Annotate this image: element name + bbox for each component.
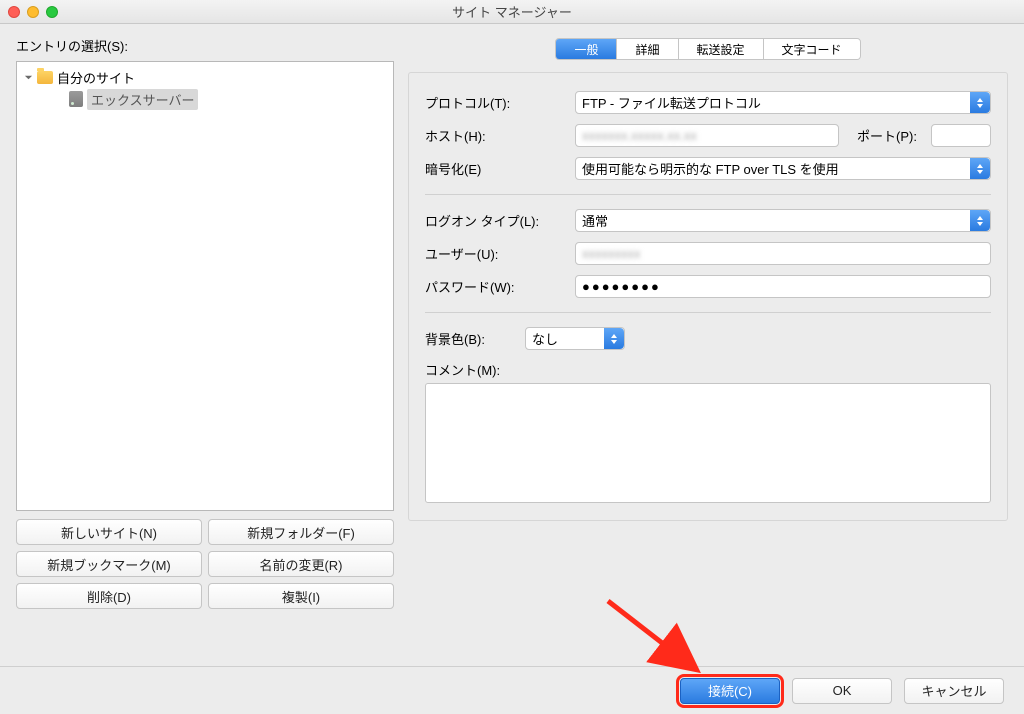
encryption-select[interactable]: 使用可能なら明示的な FTP over TLS を使用 [575, 157, 991, 180]
new-site-button[interactable]: 新しいサイト(N) [16, 519, 202, 545]
tab-transfer[interactable]: 転送設定 [679, 39, 764, 59]
connect-button[interactable]: 接続(C) [680, 678, 780, 704]
comment-label: コメント(M): [425, 360, 565, 379]
cancel-button[interactable]: キャンセル [904, 678, 1004, 704]
site-tree[interactable]: 自分のサイト エックスサーバー [16, 61, 394, 511]
tree-site-label: エックスサーバー [87, 89, 198, 110]
logon-type-label: ログオン タイプ(L): [425, 211, 565, 230]
bgcolor-select[interactable]: なし [525, 327, 625, 350]
password-label: パスワード(W): [425, 277, 565, 296]
tree-site-row[interactable]: エックスサーバー [23, 88, 387, 110]
entry-select-label: エントリの選択(S): [16, 36, 394, 55]
select-arrows-icon [970, 158, 990, 179]
window-title: サイト マネージャー [0, 2, 1024, 21]
port-label: ポート(P): [857, 126, 917, 145]
bgcolor-label: 背景色(B): [425, 329, 515, 348]
chevron-down-icon[interactable] [23, 72, 33, 82]
footer: 接続(C) OK キャンセル [0, 666, 1024, 714]
bgcolor-value: なし [532, 329, 558, 348]
host-input[interactable]: xxxxxxx.xxxxx.xx.xx [575, 124, 839, 147]
window-controls [8, 6, 58, 18]
encryption-label: 暗号化(E) [425, 159, 565, 178]
delete-button[interactable]: 削除(D) [16, 583, 202, 609]
new-folder-button[interactable]: 新規フォルダー(F) [208, 519, 394, 545]
divider [425, 194, 991, 195]
host-label: ホスト(H): [425, 126, 565, 145]
tab-charset[interactable]: 文字コード [764, 39, 860, 59]
tree-root-label: 自分のサイト [57, 68, 135, 87]
comment-textarea[interactable] [425, 383, 991, 503]
tab-advanced[interactable]: 詳細 [617, 39, 678, 59]
ok-button[interactable]: OK [792, 678, 892, 704]
logon-type-value: 通常 [582, 211, 608, 230]
tab-group: 一般 詳細 転送設定 文字コード [408, 38, 1008, 60]
user-value: xxxxxxxxx [582, 246, 641, 261]
folder-icon [37, 71, 53, 84]
minimize-icon[interactable] [27, 6, 39, 18]
password-input[interactable]: ●●●●●●●● [575, 275, 991, 298]
protocol-label: プロトコル(T): [425, 93, 565, 112]
new-bookmark-button[interactable]: 新規ブックマーク(M) [16, 551, 202, 577]
maximize-icon[interactable] [46, 6, 58, 18]
encryption-value: 使用可能なら明示的な FTP over TLS を使用 [582, 159, 839, 178]
password-value: ●●●●●●●● [582, 279, 661, 294]
select-arrows-icon [970, 92, 990, 113]
port-input[interactable] [931, 124, 991, 147]
close-icon[interactable] [8, 6, 20, 18]
protocol-select[interactable]: FTP - ファイル転送プロトコル [575, 91, 991, 114]
rename-button[interactable]: 名前の変更(R) [208, 551, 394, 577]
logon-type-select[interactable]: 通常 [575, 209, 991, 232]
user-label: ユーザー(U): [425, 244, 565, 263]
user-input[interactable]: xxxxxxxxx [575, 242, 991, 265]
duplicate-button[interactable]: 複製(I) [208, 583, 394, 609]
divider [425, 312, 991, 313]
select-arrows-icon [970, 210, 990, 231]
protocol-value: FTP - ファイル転送プロトコル [582, 93, 761, 112]
titlebar: サイト マネージャー [0, 0, 1024, 24]
select-arrows-icon [604, 328, 624, 349]
host-value: xxxxxxx.xxxxx.xx.xx [582, 128, 697, 143]
server-icon [69, 91, 83, 107]
tab-general[interactable]: 一般 [556, 39, 617, 59]
general-pane: プロトコル(T): FTP - ファイル転送プロトコル ホスト(H): xxxx… [408, 72, 1008, 521]
tree-root-row[interactable]: 自分のサイト [23, 66, 387, 88]
